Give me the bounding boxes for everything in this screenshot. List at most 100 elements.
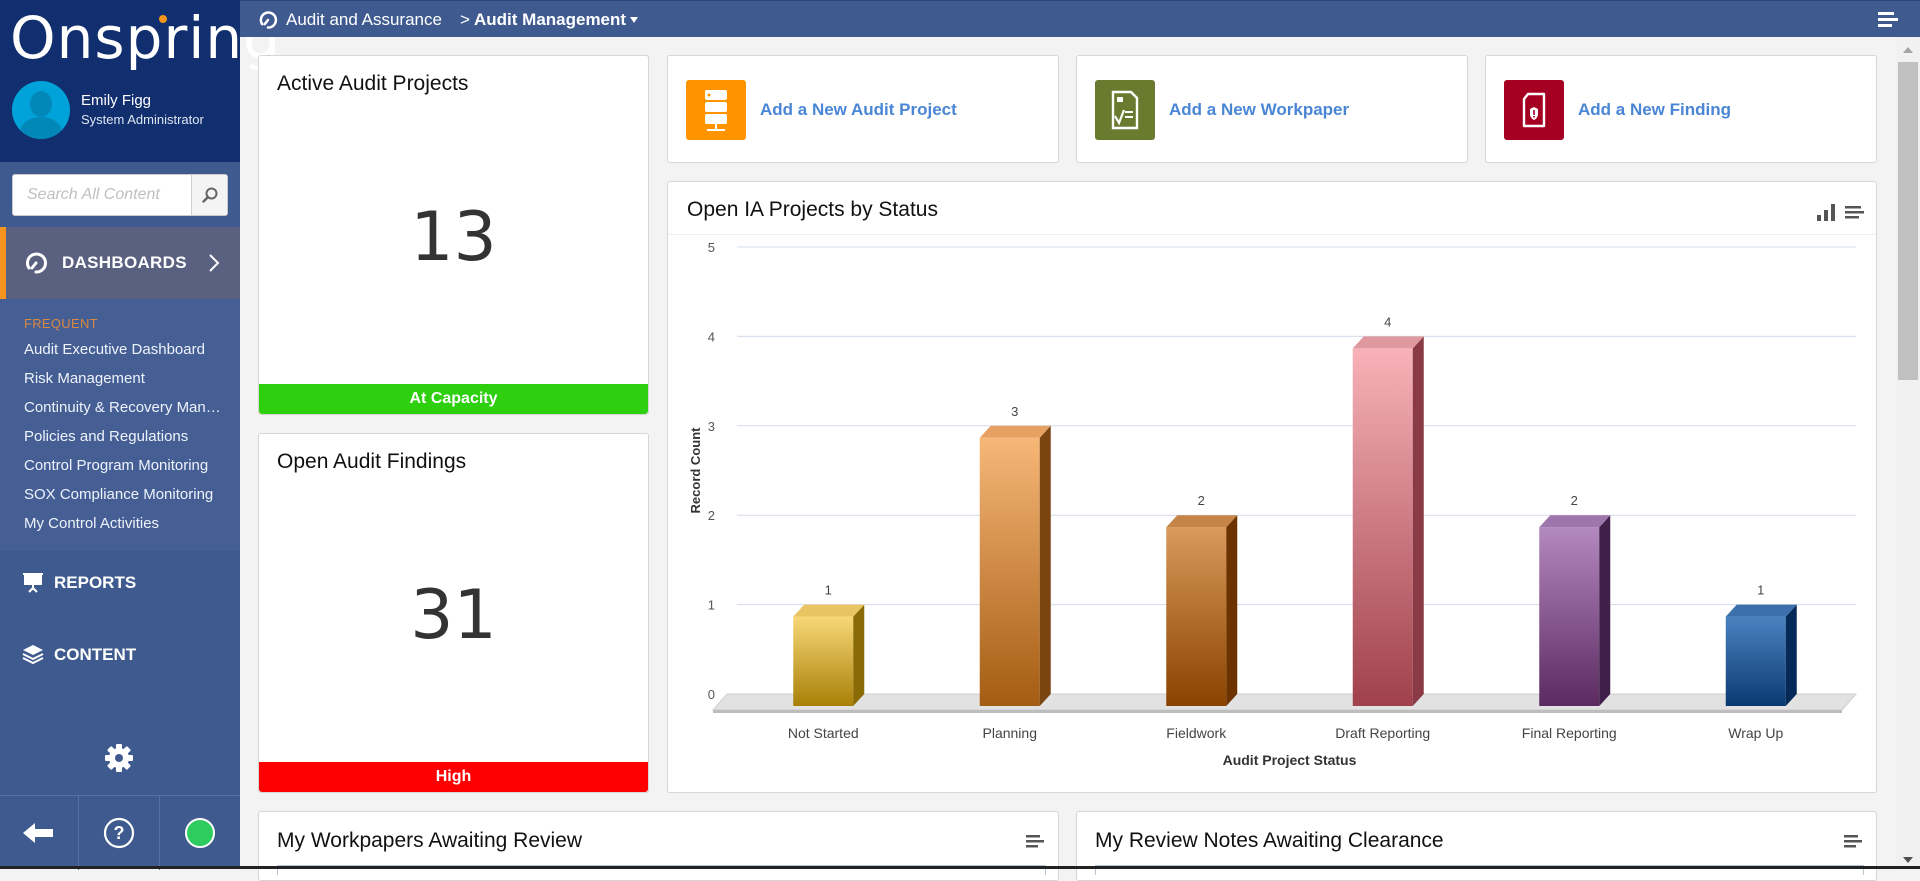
bar-chart: 0 1 2 3 4 5 Record Count 1 Not Started 3 Planning 2… (688, 240, 1858, 768)
y-tick-label: 4 (708, 329, 715, 344)
dashboard-dropdown-caret-icon[interactable] (630, 17, 638, 23)
search-input[interactable] (13, 175, 193, 215)
svg-text:?: ? (114, 823, 125, 843)
vertical-scrollbar[interactable] (1896, 37, 1920, 869)
chart-title: Open IA Projects by Status (687, 198, 938, 221)
action-label[interactable]: Add a New Finding (1578, 100, 1731, 120)
y-tick-label: 3 (708, 419, 715, 434)
settings-gear-icon[interactable] (104, 743, 134, 773)
help-button[interactable]: ? (79, 796, 160, 870)
data-label: 2 (1571, 493, 1578, 508)
status-dot-icon (185, 818, 215, 848)
sidebar-footer: ? (0, 795, 240, 870)
layers-icon (22, 645, 44, 665)
arrow-left-icon (23, 823, 53, 843)
scrollbar-thumb[interactable] (1898, 62, 1918, 380)
frequent-item[interactable]: Audit Executive Dashboard (24, 341, 224, 358)
x-tick-label: Not Started (788, 725, 859, 741)
add-audit-project-button[interactable]: Add a New Audit Project (667, 55, 1059, 163)
kpi-card-active-audit-projects[interactable]: Active Audit Projects 13 At Capacity (258, 55, 649, 415)
dashboard-gauge-icon (259, 11, 278, 29)
bar-top (1166, 515, 1238, 528)
chart-floor-edge (713, 710, 1842, 713)
bar-side (1785, 604, 1797, 706)
bar-front (1352, 348, 1413, 706)
sidebar: Onspring Emily Figg System Administrator… (0, 0, 280, 870)
search-button[interactable] (191, 175, 227, 215)
add-finding-button[interactable]: Add a New Finding (1485, 55, 1877, 163)
x-tick-label: Planning (983, 725, 1038, 741)
x-tick-label: Draft Reporting (1335, 725, 1430, 741)
widget-title: My Review Notes Awaiting Clearance (1095, 829, 1444, 852)
nav-content-label: CONTENT (54, 645, 137, 664)
bar-side (1599, 515, 1611, 706)
menu-lines-icon[interactable] (1844, 202, 1864, 222)
bar-side (1412, 336, 1424, 706)
widget-workpapers-awaiting-review: My Workpapers Awaiting Review (258, 811, 1059, 881)
breadcrumb-separator: > (460, 10, 470, 29)
action-label[interactable]: Add a New Audit Project (760, 100, 957, 120)
status-indicator-button[interactable] (160, 796, 240, 870)
bar-side (853, 604, 865, 706)
search-icon (201, 187, 217, 203)
x-tick-label: Wrap Up (1728, 725, 1783, 741)
y-axis-label: Record Count (688, 427, 703, 514)
breadcrumb-current[interactable]: Audit Management (474, 10, 626, 30)
frequent-item[interactable]: My Control Activities (24, 515, 224, 532)
bar-chart-icon[interactable] (1816, 202, 1836, 222)
user-name[interactable]: Emily Figg (81, 92, 151, 109)
x-axis-label: Audit Project Status (1223, 752, 1357, 768)
menu-lines-icon[interactable] (1026, 834, 1046, 850)
bar-top (979, 425, 1051, 438)
bar-top (1539, 515, 1611, 528)
bar-top (793, 604, 865, 617)
search-box (12, 174, 228, 216)
server-icon (686, 80, 746, 140)
kpi-card-open-audit-findings[interactable]: Open Audit Findings 31 High (258, 433, 649, 793)
menu-lines-icon[interactable] (1844, 834, 1864, 850)
finding-shield-icon (1504, 80, 1564, 140)
breadcrumb-parent[interactable]: Audit and Assurance (286, 10, 442, 30)
logo-dot (159, 15, 167, 23)
nav-reports[interactable]: REPORTS (22, 572, 136, 594)
avatar[interactable] (12, 81, 70, 139)
back-button[interactable] (0, 796, 79, 870)
y-tick-label: 0 (708, 687, 715, 702)
frequent-item[interactable]: Risk Management (24, 370, 224, 387)
y-tick-label: 1 (708, 598, 715, 613)
add-workpaper-button[interactable]: Add a New Workpaper (1076, 55, 1468, 163)
nav-dashboards-label: DASHBOARDS (62, 253, 187, 272)
x-tick-label: Final Reporting (1522, 725, 1617, 741)
menu-lines-icon[interactable] (1878, 12, 1900, 28)
scroll-up-arrow-icon[interactable] (1903, 47, 1913, 53)
kpi-title: Active Audit Projects (277, 72, 469, 95)
scroll-down-arrow-icon[interactable] (1903, 857, 1913, 863)
frequent-section: FREQUENT Audit Executive Dashboard Risk … (0, 299, 240, 551)
dashboard-gauge-icon (26, 252, 47, 274)
frequent-item[interactable]: Policies and Regulations (24, 428, 224, 445)
data-label: 1 (1757, 583, 1764, 598)
presentation-board-icon (23, 573, 43, 593)
nav-dashboards[interactable]: DASHBOARDS (0, 227, 240, 299)
data-label: 3 (1011, 404, 1018, 419)
bar-front (1539, 527, 1600, 706)
frequent-item[interactable]: SOX Compliance Monitoring (24, 486, 224, 503)
chart-tools (1816, 202, 1864, 222)
chevron-right-icon[interactable] (208, 253, 220, 273)
y-tick-label: 2 (708, 508, 715, 523)
bar-side (1039, 425, 1051, 706)
widget-review-notes-awaiting-clearance: My Review Notes Awaiting Clearance (1076, 811, 1877, 881)
kpi-title: Open Audit Findings (277, 450, 467, 473)
widget-title: My Workpapers Awaiting Review (277, 829, 583, 852)
frequent-item[interactable]: Continuity & Recovery Manag... (24, 399, 224, 416)
data-label: 4 (1384, 314, 1391, 329)
action-label[interactable]: Add a New Workpaper (1169, 100, 1349, 120)
y-tick-label: 5 (708, 240, 715, 255)
sidebar-header: Onspring Emily Figg System Administrator (0, 0, 280, 162)
chart-card-open-ia-projects: Open IA Projects by Status 0 1 2 3 4 5 Record … (667, 181, 1877, 793)
kpi-value: 31 (410, 576, 497, 655)
bar-front (1725, 616, 1786, 706)
bar-top (1725, 604, 1797, 617)
frequent-item[interactable]: Control Program Monitoring (24, 457, 224, 474)
nav-content[interactable]: CONTENT (22, 644, 136, 666)
